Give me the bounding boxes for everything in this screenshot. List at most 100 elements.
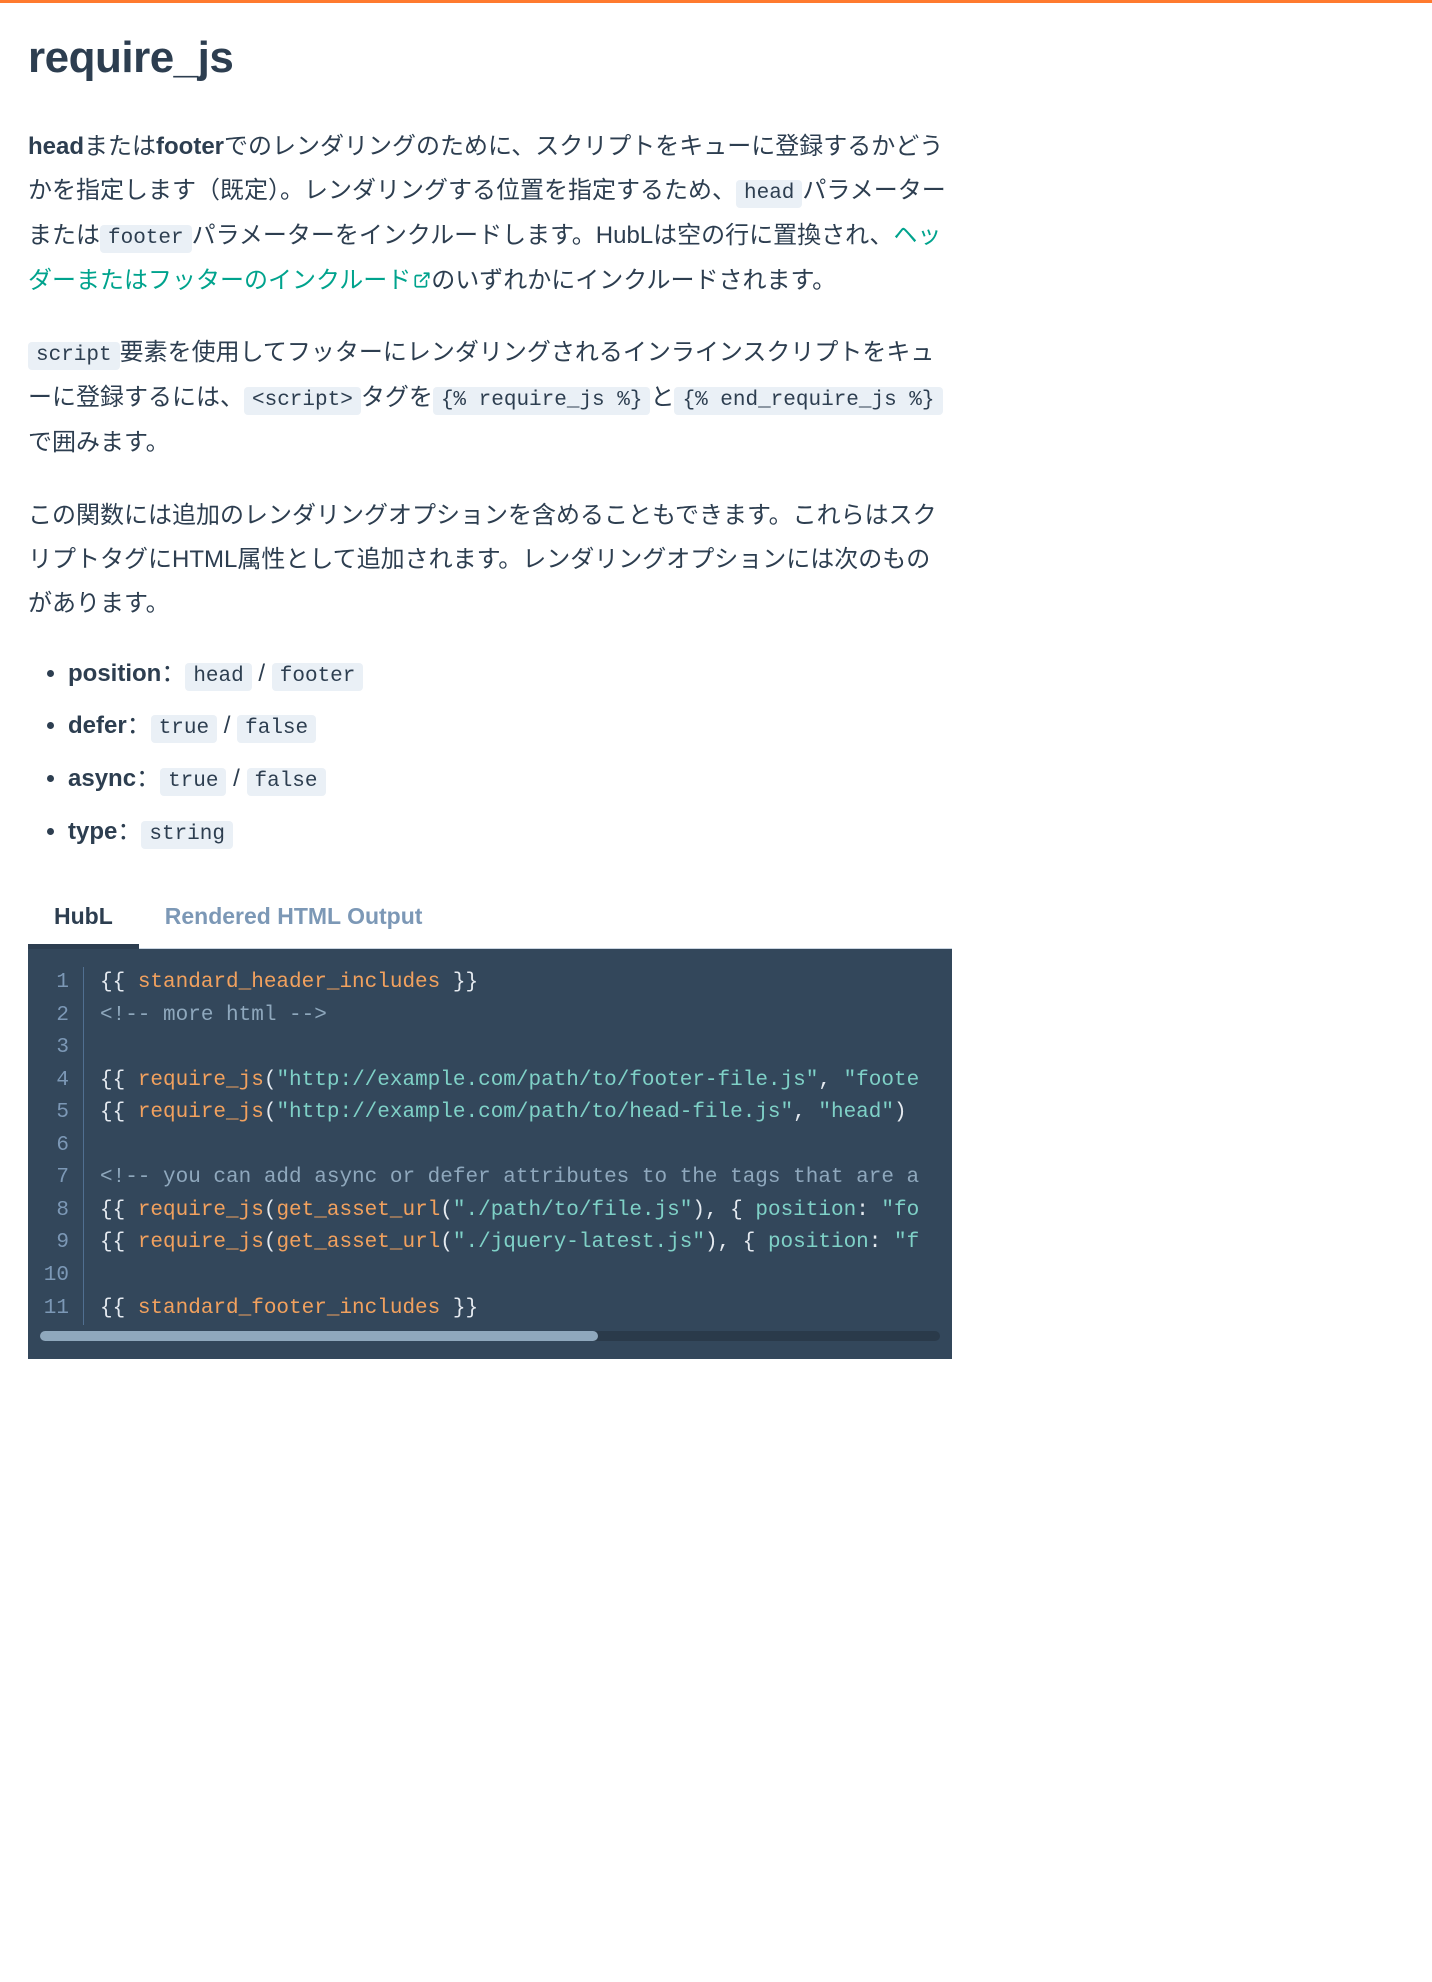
opt-sep: ：	[117, 818, 141, 845]
tok: "http://example.com/path/to/head-file.js…	[276, 1101, 793, 1124]
line-number: 9	[28, 1227, 84, 1260]
scrollbar-thumb[interactable]	[40, 1331, 598, 1341]
text: のいずれかにインクルードされます。	[431, 267, 836, 294]
code-footer: footer	[100, 225, 192, 253]
tok: (	[440, 1199, 453, 1222]
tok: require_js	[138, 1199, 264, 1222]
tok: "./path/to/file.js"	[453, 1199, 692, 1222]
text: タグを	[361, 384, 433, 411]
list-item-position: position：head / footer	[68, 655, 952, 694]
text: または	[84, 133, 156, 160]
line-number: 10	[28, 1260, 84, 1293]
line-number: 4	[28, 1065, 84, 1098]
tok: position	[768, 1231, 869, 1254]
opt-label: position	[68, 660, 161, 687]
tok: :	[856, 1199, 881, 1222]
tok: (	[264, 1199, 277, 1222]
bold-head: head	[28, 133, 84, 160]
tab-hubl[interactable]: HubL	[28, 889, 139, 948]
tok: {{	[100, 1199, 138, 1222]
opt-value: false	[247, 768, 326, 796]
tok: "fo	[881, 1199, 919, 1222]
paragraph-1: headまたはfooterでのレンダリングのために、スクリプトをキューに登録する…	[28, 125, 952, 303]
text: と	[650, 384, 674, 411]
code-line: 4 {{ require_js("http://example.com/path/…	[28, 1065, 952, 1098]
options-list: position：head / footer defer：true / fals…	[28, 655, 952, 851]
tok: {{	[100, 1101, 138, 1124]
tok: )	[894, 1101, 907, 1124]
tok: standard_header_includes	[138, 971, 440, 994]
opt-value: true	[151, 715, 217, 743]
code-line: 2<!-- more html -->	[28, 1000, 952, 1033]
opt-label: type	[68, 818, 117, 845]
opt-sep: ：	[161, 660, 185, 687]
tok: (	[264, 1069, 277, 1092]
tok: {{	[100, 1069, 138, 1092]
code-tabs: HubL Rendered HTML Output	[28, 889, 952, 949]
tok: require_js	[138, 1101, 264, 1124]
code-line: 5 {{ require_js("http://example.com/path/…	[28, 1097, 952, 1130]
tok: (	[440, 1231, 453, 1254]
tab-rendered-html[interactable]: Rendered HTML Output	[139, 889, 449, 948]
code-block: 1{{ standard_header_includes }} 2<!-- mo…	[28, 949, 952, 1359]
opt-sep: ：	[127, 712, 151, 739]
code-line: 1{{ standard_header_includes }}	[28, 967, 952, 1000]
text: で囲みます。	[28, 429, 170, 456]
tok: :	[869, 1231, 894, 1254]
tok: ,	[818, 1069, 843, 1092]
line-number: 1	[28, 967, 84, 1000]
tok: }}	[440, 1297, 478, 1320]
opt-value: string	[141, 821, 233, 849]
tok: require_js	[138, 1069, 264, 1092]
tok: ), {	[705, 1231, 768, 1254]
code-line: 9{{ require_js(get_asset_url("./jquery-l…	[28, 1227, 952, 1260]
line-number: 6	[28, 1130, 84, 1163]
opt-label: async	[68, 765, 136, 792]
line-number: 5	[28, 1097, 84, 1130]
code-line: 3	[28, 1032, 952, 1065]
tok: "head"	[818, 1101, 894, 1124]
tok: get_asset_url	[276, 1199, 440, 1222]
code-line: 8{{ require_js(get_asset_url("./path/to/…	[28, 1195, 952, 1228]
tok: {{	[100, 1297, 138, 1320]
tok: <!-- more html -->	[100, 1004, 327, 1027]
paragraph-2: script要素を使用してフッターにレンダリングされるインラインスクリプトをキュ…	[28, 331, 952, 465]
opt-value: footer	[272, 663, 364, 691]
code-line: 10	[28, 1260, 952, 1293]
code-line: 6	[28, 1130, 952, 1163]
tok: standard_footer_includes	[138, 1297, 440, 1320]
opt-mid: /	[226, 765, 246, 792]
opt-sep: ：	[136, 765, 160, 792]
page-container: require_js headまたはfooterでのレンダリングのために、スクリ…	[0, 3, 980, 1399]
paragraph-3: この関数には追加のレンダリングオプションを含めることもできます。これらはスクリプ…	[28, 494, 952, 627]
opt-value: false	[237, 715, 316, 743]
tok: get_asset_url	[276, 1231, 440, 1254]
tok: (	[264, 1101, 277, 1124]
code-line: 11 {{ standard_footer_includes }}	[28, 1293, 952, 1326]
page-title: require_js	[28, 33, 952, 83]
line-number: 8	[28, 1195, 84, 1228]
tok: "http://example.com/path/to/footer-file.…	[276, 1069, 818, 1092]
code-script-tag: <script>	[244, 387, 361, 415]
tok: require_js	[138, 1231, 264, 1254]
list-item-async: async：true / false	[68, 760, 952, 799]
tok: "f	[894, 1231, 919, 1254]
line-number: 7	[28, 1162, 84, 1195]
opt-label: defer	[68, 712, 127, 739]
tok: position	[755, 1199, 856, 1222]
line-number: 3	[28, 1032, 84, 1065]
tok: ,	[793, 1101, 818, 1124]
tok: (	[264, 1231, 277, 1254]
opt-mid: /	[217, 712, 237, 739]
tok: <!-- you can add async or defer attribut…	[100, 1166, 919, 1189]
tok: ), {	[692, 1199, 755, 1222]
opt-value: head	[185, 663, 251, 691]
tok: "foote	[844, 1069, 920, 1092]
line-number: 11	[28, 1293, 84, 1326]
horizontal-scrollbar[interactable]	[40, 1331, 940, 1341]
code-line: 7 <!-- you can add async or defer attribu…	[28, 1162, 952, 1195]
bold-footer: footer	[156, 133, 224, 160]
list-item-defer: defer：true / false	[68, 707, 952, 746]
tok: }}	[440, 971, 478, 994]
external-link-icon	[413, 271, 431, 289]
